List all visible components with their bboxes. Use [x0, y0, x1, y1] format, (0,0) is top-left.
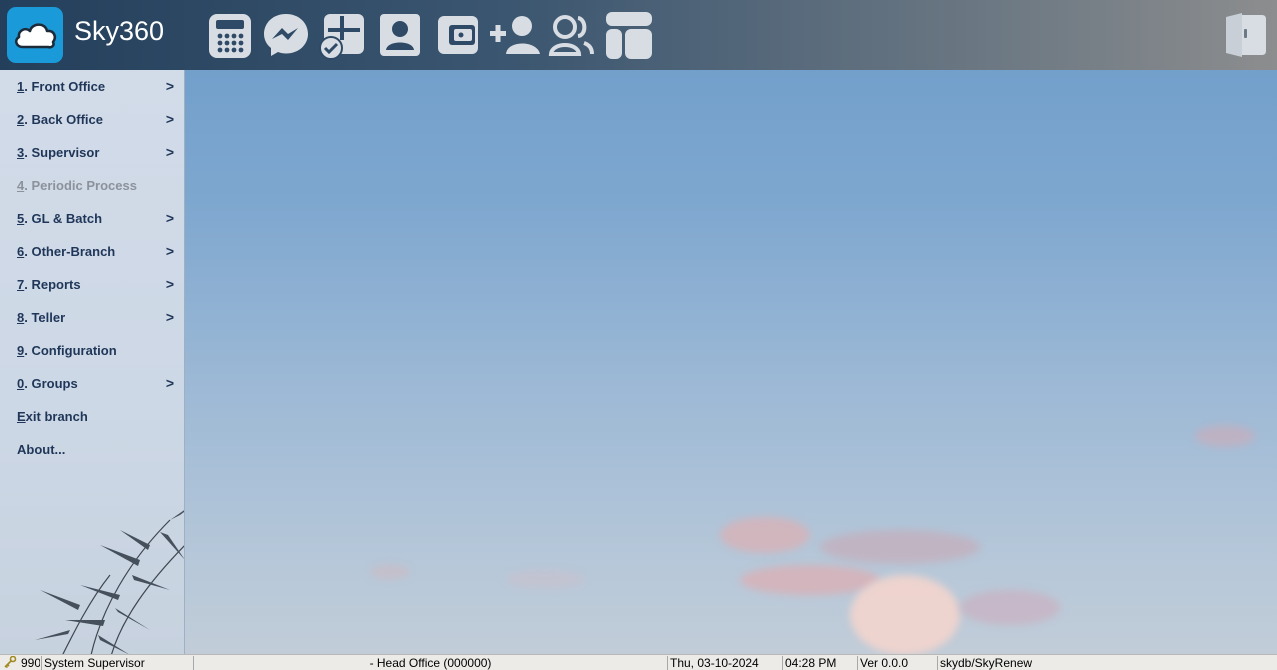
status-user: System Supervisor — [41, 656, 189, 670]
menu-item-label: . Configuration — [24, 343, 117, 358]
menu-item-periodic-process: 4. Periodic Process — [0, 169, 184, 202]
menu-item-gl-batch[interactable]: 5. GL & Batch > — [0, 202, 184, 235]
cloud — [370, 565, 410, 579]
submenu-arrow-icon: > — [165, 276, 174, 292]
cloud — [740, 565, 880, 595]
key-icon — [0, 656, 20, 670]
submenu-arrow-icon: > — [165, 78, 174, 94]
cloud — [505, 570, 585, 588]
submenu-arrow-icon: > — [165, 375, 174, 391]
menu-item-back-office[interactable]: 2. Back Office > — [0, 103, 184, 136]
tasks-icon[interactable] — [318, 10, 366, 60]
menu-item-groups[interactable]: 0. Groups > — [0, 367, 184, 400]
menu-item-label: . Groups — [24, 376, 78, 391]
submenu-arrow-icon: > — [165, 144, 174, 160]
add-user-icon[interactable] — [490, 10, 542, 60]
status-bar: 990 System Supervisor - Head Office (000… — [0, 654, 1277, 670]
menu-item-supervisor[interactable]: 3. Supervisor > — [0, 136, 184, 169]
cloud — [720, 517, 810, 553]
users-icon[interactable] — [548, 10, 596, 60]
status-time: 04:28 PM — [782, 656, 854, 670]
status-version: Ver 0.0.0 — [857, 656, 934, 670]
cloud — [1195, 425, 1255, 447]
calculator-icon[interactable] — [206, 10, 254, 60]
submenu-arrow-icon: > — [165, 243, 174, 259]
menu-item-about[interactable]: About... — [0, 433, 184, 466]
contact-icon[interactable] — [376, 10, 424, 60]
cloud — [850, 575, 960, 655]
menu-item-other-branch[interactable]: 6. Other-Branch > — [0, 235, 184, 268]
menu-item-label: About... — [17, 442, 66, 457]
menu-item-exit-branch[interactable]: Exit branch — [0, 400, 184, 433]
menu-item-label: . Periodic Process — [24, 178, 137, 193]
top-toolbar: Sky360 — [0, 0, 1277, 70]
menu-item-label: . Front Office — [24, 79, 106, 94]
status-database: skydb/SkyRenew — [937, 656, 1277, 670]
menu-item-configuration[interactable]: 9. Configuration — [0, 334, 184, 367]
menu-item-label: . Back Office — [24, 112, 103, 127]
bamboo-decoration — [35, 510, 184, 654]
submenu-arrow-icon: > — [165, 309, 174, 325]
menu-item-label: xit branch — [25, 409, 88, 424]
cloud-logo-icon — [14, 23, 57, 49]
status-branch: - Head Office (000000) — [193, 656, 665, 670]
submenu-arrow-icon: > — [165, 111, 174, 127]
app-title: Sky360 — [74, 16, 165, 46]
menu-item-key: 8 — [17, 310, 25, 325]
menu-item-key: 2 — [17, 112, 25, 127]
menu-item-label: . Other-Branch — [24, 244, 116, 259]
menu-item-key: 6 — [17, 244, 25, 259]
menu-item-key: 7 — [17, 277, 25, 292]
submenu-arrow-icon: > — [165, 210, 174, 226]
menu-item-teller[interactable]: 8. Teller > — [0, 301, 184, 334]
menu-item-label: . Supervisor — [24, 145, 100, 160]
status-date: Thu, 03-10-2024 — [667, 656, 779, 670]
cloud — [820, 530, 980, 564]
menu-item-label: . Reports — [24, 277, 81, 292]
menu-item-key: 5 — [17, 211, 25, 226]
exit-door-icon[interactable] — [1222, 11, 1268, 59]
menu-item-key: 1 — [17, 79, 25, 94]
menu-item-front-office[interactable]: 1. Front Office > — [0, 70, 184, 103]
cloud — [960, 590, 1060, 625]
status-code: 990 — [21, 656, 40, 670]
main-menu: 1. Front Office > 2. Back Office > 3. Su… — [0, 70, 185, 654]
messenger-icon[interactable] — [262, 10, 310, 60]
menu-item-reports[interactable]: 7. Reports > — [0, 268, 184, 301]
menu-item-key: 4 — [17, 178, 25, 193]
menu-item-key: E — [17, 409, 26, 424]
menu-item-key: 0 — [17, 376, 25, 391]
menu-item-key: 9 — [17, 343, 25, 358]
menu-item-key: 3 — [17, 145, 25, 160]
wallet-icon[interactable] — [435, 10, 483, 60]
menu-item-label: . GL & Batch — [24, 211, 103, 226]
layout-icon[interactable] — [604, 10, 652, 60]
app-logo — [7, 7, 63, 63]
menu-item-label: . Teller — [24, 310, 66, 325]
